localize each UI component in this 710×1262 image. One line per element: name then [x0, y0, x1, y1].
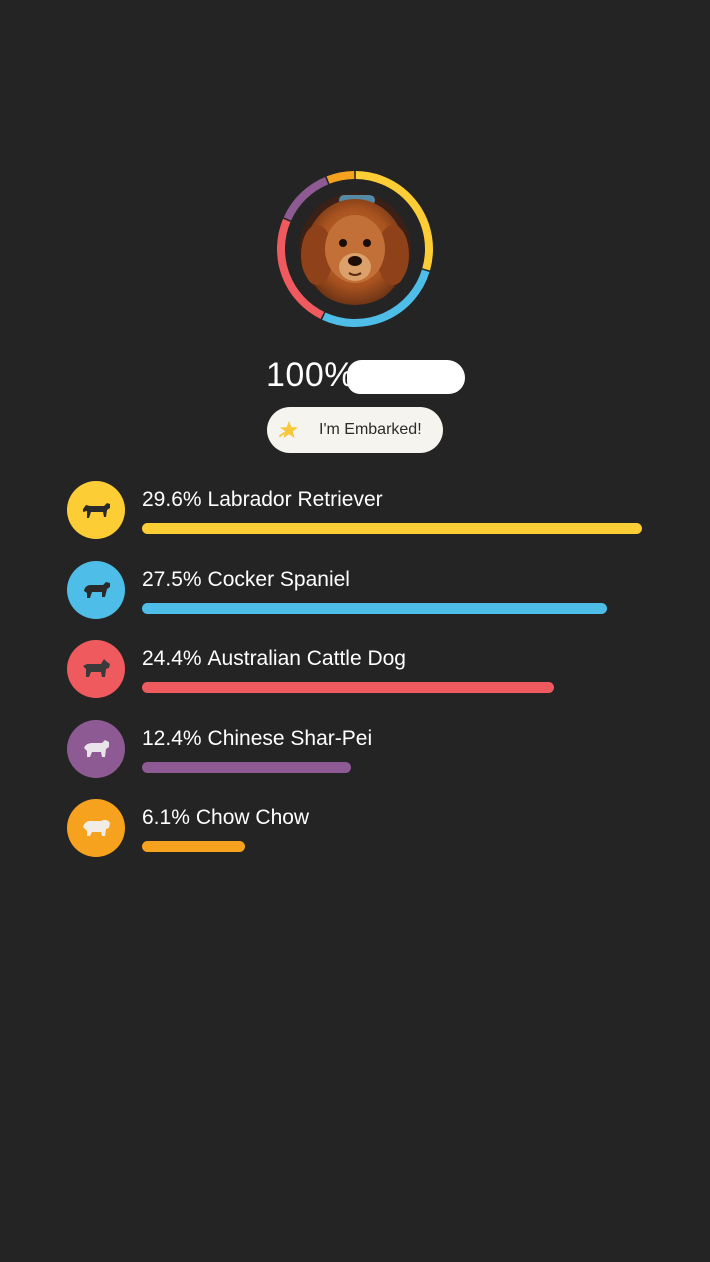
breed-percent: 29.6% — [142, 488, 202, 511]
breed-ring-chart — [275, 169, 435, 329]
breed-list: 29.6% Labrador Retriever 27.5% Cocker Span… — [67, 481, 667, 879]
breed-percent: 27.5% — [142, 567, 202, 591]
breed-row[interactable]: 27.5% Cocker Spaniel — [67, 560, 667, 641]
breed-percent: 6.1% — [142, 806, 190, 829]
breed-percent: 12.4% — [142, 726, 202, 750]
breed-bar — [142, 602, 607, 614]
cocker-spaniel-dog-icon — [67, 560, 125, 619]
embarked-badge[interactable]: I'm Embarked! — [267, 407, 443, 453]
breed-percent: 24.4% — [142, 647, 202, 670]
breed-name: Australian Cattle Dog — [207, 647, 406, 670]
headline: 100% — [266, 351, 465, 399]
dog-avatar[interactable] — [299, 193, 411, 305]
breed-bar — [142, 761, 351, 773]
cattle-dog-icon — [67, 640, 125, 698]
breed-name: Chinese Shar-Pei — [207, 726, 373, 750]
breed-name: Cocker Spaniel — [207, 567, 350, 591]
total-percent: 100% — [266, 355, 355, 394]
breed-bar — [142, 841, 245, 852]
breed-row[interactable]: 12.4% Chinese Shar-Pei — [67, 719, 667, 800]
breed-results-screen: 100% I'm Embarked! 29.6% Labrador Retriev… — [0, 0, 710, 1262]
labrador-dog-icon — [67, 481, 125, 539]
star-icon — [279, 421, 298, 438]
breed-row[interactable]: 29.6% Labrador Retriever — [67, 481, 667, 561]
breed-bar — [142, 682, 554, 693]
breed-bar — [142, 523, 642, 534]
dog-photo-icon — [299, 193, 411, 305]
breed-row[interactable]: 24.4% Australian Cattle Dog — [67, 640, 667, 720]
ring-segment-chow-chow-dog — [326, 171, 355, 184]
embarked-badge-label: I'm Embarked! — [319, 421, 422, 438]
chow-chow-dog-icon — [67, 799, 125, 857]
redacted-dog-name — [346, 360, 465, 394]
breed-row[interactable]: 6.1% Chow Chow — [67, 799, 667, 879]
breed-name: Chow Chow — [195, 806, 310, 829]
breed-name: Labrador Retriever — [207, 488, 383, 511]
shar-pei-dog-icon — [67, 719, 125, 778]
